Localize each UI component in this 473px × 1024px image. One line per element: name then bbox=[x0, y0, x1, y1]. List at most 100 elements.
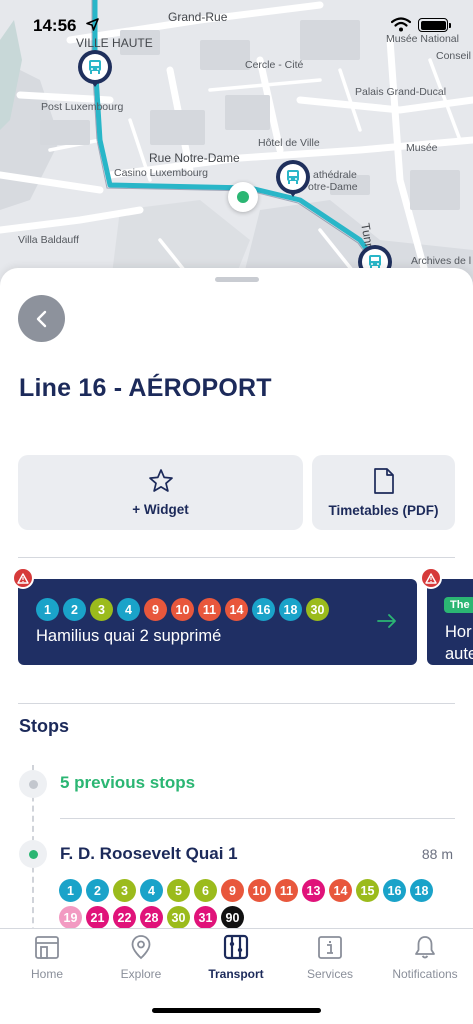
info-icon bbox=[318, 936, 342, 959]
tab-transport[interactable]: Transport bbox=[189, 933, 283, 981]
add-widget-button[interactable]: + Widget bbox=[18, 455, 303, 530]
stops-heading: Stops bbox=[19, 716, 70, 736]
home-icon bbox=[35, 936, 59, 959]
disruption-alert-card[interactable]: 1 2 3 4 9 10 11 14 16 18 30 Hamilius quai 2 suppri… bbox=[18, 579, 417, 665]
status-time: 14:56 bbox=[33, 16, 77, 35]
arrow-right-icon bbox=[377, 614, 396, 628]
alert-message: aute bbox=[445, 645, 473, 663]
bus-stop-pin[interactable] bbox=[78, 50, 112, 90]
line-chip: 90 bbox=[221, 906, 244, 929]
line-detail-sheet: Line 16 - AÉROPORT + Widget Timetables (… bbox=[0, 268, 473, 1024]
line-chip: 13 bbox=[302, 879, 325, 902]
map-label: Rue Notre-Dame bbox=[149, 151, 240, 165]
tab-services[interactable]: Services bbox=[283, 933, 377, 981]
line-chip: 2 bbox=[86, 879, 109, 902]
bus-icon bbox=[287, 170, 299, 184]
home-indicator bbox=[152, 1008, 321, 1013]
tab-label: Home bbox=[30, 967, 63, 981]
location-arrow-icon bbox=[86, 18, 99, 31]
timetables-pdf-button[interactable]: Timetables (PDF) bbox=[312, 455, 455, 530]
line-chip: 2 bbox=[63, 598, 86, 621]
line-chip: 1 bbox=[36, 598, 59, 621]
tab-notifications[interactable]: Notifications bbox=[378, 933, 472, 981]
divider bbox=[18, 557, 455, 558]
line-chip: 5 bbox=[167, 879, 190, 902]
current-location-marker bbox=[228, 182, 258, 212]
line-chip: 1 bbox=[59, 879, 82, 902]
map-label: Cercle - Cité bbox=[245, 59, 304, 71]
stop-line-chips: 1 2 3 4 5 6 9 10 11 13 14 15 16 18 19 21 22 28 30 31 90 bbox=[59, 879, 449, 929]
line-chip: 6 bbox=[194, 879, 217, 902]
warning-icon bbox=[420, 567, 442, 589]
tab-label: Services bbox=[306, 967, 353, 981]
line-chip: 3 bbox=[90, 598, 113, 621]
back-button[interactable] bbox=[18, 295, 65, 342]
tab-label: Transport bbox=[208, 967, 264, 981]
line-chip: 14 bbox=[329, 879, 352, 902]
line-chip: 18 bbox=[279, 598, 302, 621]
battery-icon bbox=[418, 18, 451, 32]
line-chip: 4 bbox=[140, 879, 163, 902]
line-chip: 3 bbox=[113, 879, 136, 902]
bus-stop-pin[interactable] bbox=[276, 160, 310, 200]
stop-name[interactable]: F. D. Roosevelt Quai 1 bbox=[60, 844, 238, 864]
chevron-left-icon bbox=[36, 310, 46, 327]
line-chip: 10 bbox=[248, 879, 271, 902]
document-icon bbox=[373, 468, 394, 494]
line-chip: 11 bbox=[275, 879, 298, 902]
line-chip: 15 bbox=[356, 879, 379, 902]
line-chip: 11 bbox=[198, 598, 221, 621]
sheet-grabber[interactable] bbox=[215, 277, 259, 282]
transport-icon bbox=[223, 934, 249, 960]
map-label: Archives de l bbox=[411, 255, 472, 267]
line-chip: 18 bbox=[410, 879, 433, 902]
line-chip: 9 bbox=[144, 598, 167, 621]
tab-label: Explore bbox=[120, 967, 162, 981]
map-label: Villa Baldauff bbox=[18, 234, 79, 246]
previous-stops-marker bbox=[19, 770, 47, 798]
stop-marker bbox=[19, 840, 47, 868]
line-chip: 14 bbox=[225, 598, 248, 621]
line-chip: 19 bbox=[59, 906, 82, 929]
line-chip: 16 bbox=[252, 598, 275, 621]
alert-message: Hor bbox=[445, 623, 472, 641]
map-label: Palais Grand-Ducal bbox=[355, 86, 447, 98]
bus-icon bbox=[89, 60, 101, 74]
line-chip: 22 bbox=[113, 906, 136, 929]
previous-stops-toggle[interactable]: 5 previous stops bbox=[60, 773, 195, 793]
line-chip: 31 bbox=[194, 906, 217, 929]
line-chip: 16 bbox=[383, 879, 406, 902]
add-widget-label: + Widget bbox=[132, 502, 189, 517]
bell-icon bbox=[415, 936, 435, 959]
divider bbox=[18, 703, 455, 704]
line-chip: 4 bbox=[117, 598, 140, 621]
wifi-icon bbox=[391, 17, 411, 32]
line-chip: 30 bbox=[167, 906, 190, 929]
tab-explore[interactable]: Explore bbox=[94, 933, 188, 981]
map-label: Musée bbox=[406, 142, 438, 154]
tab-home[interactable]: Home bbox=[0, 933, 94, 981]
stop-distance: 88 m bbox=[421, 846, 453, 862]
alert-tag: The bbox=[444, 597, 473, 613]
tab-label: Notifications bbox=[392, 967, 458, 981]
disruption-alert-card[interactable]: The Hor aute bbox=[427, 579, 473, 665]
line-chip: 21 bbox=[86, 906, 109, 929]
map-label: Hôtel de Ville bbox=[258, 137, 320, 149]
map-label: Casino Luxembourg bbox=[114, 167, 208, 179]
page-title: Line 16 - AÉROPORT bbox=[19, 374, 272, 402]
divider bbox=[60, 818, 455, 819]
line-chip: 30 bbox=[306, 598, 329, 621]
map-label: athédrale bbox=[313, 169, 357, 181]
star-icon bbox=[148, 469, 173, 492]
status-bar: 14:56 bbox=[0, 0, 473, 52]
alert-line-chips: 1 2 3 4 9 10 11 14 16 18 30 bbox=[36, 598, 329, 621]
map-label: otre-Dame bbox=[308, 181, 358, 193]
map-label: Post Luxembourg bbox=[41, 101, 124, 113]
line-chip: 10 bbox=[171, 598, 194, 621]
line-chip: 28 bbox=[140, 906, 163, 929]
timetables-label: Timetables (PDF) bbox=[328, 503, 439, 518]
line-chip: 9 bbox=[221, 879, 244, 902]
warning-icon bbox=[12, 567, 34, 589]
map-pin-icon bbox=[131, 935, 151, 960]
alert-message: Hamilius quai 2 supprimé bbox=[36, 627, 222, 645]
